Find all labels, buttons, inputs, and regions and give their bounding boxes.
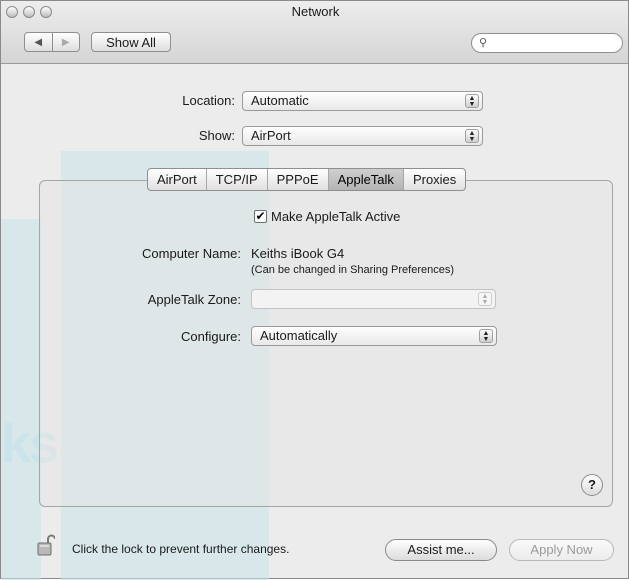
tab-tcpip[interactable]: TCP/IP <box>205 169 267 190</box>
show-all-button[interactable]: Show All <box>91 32 171 52</box>
tab-appletalk[interactable]: AppleTalk <box>327 169 403 190</box>
lock-icon[interactable] <box>37 534 55 556</box>
lock-message: Click the lock to prevent further change… <box>72 542 290 556</box>
tab-bar: AirPort TCP/IP PPPoE AppleTalk Proxies <box>147 168 467 191</box>
computer-name-label: Computer Name: <box>142 246 241 261</box>
show-popup[interactable]: AirPort ▲ ▼ <box>242 126 483 146</box>
assist-me-button[interactable]: Assist me... <box>385 539 497 561</box>
appletalk-zone-label: AppleTalk Zone: <box>147 292 241 307</box>
popup-arrows-icon: ▲ ▼ <box>465 129 479 143</box>
location-popup[interactable]: Automatic ▲ ▼ <box>242 91 483 111</box>
make-appletalk-active-label: Make AppleTalk Active <box>271 209 401 224</box>
search-field[interactable]: ⚲ <box>471 33 623 53</box>
tab-airport[interactable]: AirPort <box>148 169 206 190</box>
watermark-block-left <box>1 219 41 580</box>
show-value: AirPort <box>251 128 291 143</box>
configure-value: Automatically <box>260 328 338 343</box>
tab-proxies[interactable]: Proxies <box>402 169 465 190</box>
make-appletalk-active-checkbox[interactable]: ✔ <box>254 210 267 223</box>
popup-arrows-icon: ▲ ▼ <box>479 329 493 343</box>
forward-arrow-icon[interactable]: ▶ <box>51 33 80 51</box>
configure-label: Configure: <box>181 329 241 344</box>
appletalk-zone-popup[interactable]: ▲ ▼ <box>251 289 496 309</box>
window-title: Network <box>291 4 340 19</box>
help-button[interactable]: ? <box>581 474 603 496</box>
title-bar: Network ◀ ▶ Show All ⚲ <box>1 1 628 64</box>
checkmark-icon: ✔ <box>255 209 266 223</box>
configure-popup[interactable]: Automatically ▲ ▼ <box>251 326 497 346</box>
location-value: Automatic <box>251 93 309 108</box>
back-forward-control: ◀ ▶ <box>24 32 80 52</box>
computer-name-note: (Can be changed in Sharing Preferences) <box>251 264 455 276</box>
network-window: ks Network ◀ ▶ Show All ⚲ Location: Auto… <box>0 0 629 580</box>
location-label: Location: <box>182 93 235 108</box>
computer-name-value: Keiths iBook G4 <box>251 246 345 261</box>
back-arrow-icon[interactable]: ◀ <box>25 33 52 51</box>
search-icon: ⚲ <box>479 37 488 49</box>
apply-now-button[interactable]: Apply Now <box>509 539 614 561</box>
tab-pppoe[interactable]: PPPoE <box>266 169 328 190</box>
popup-arrows-icon: ▲ ▼ <box>465 94 479 108</box>
popup-arrows-icon: ▲ ▼ <box>478 292 492 306</box>
show-label: Show: <box>198 128 235 143</box>
